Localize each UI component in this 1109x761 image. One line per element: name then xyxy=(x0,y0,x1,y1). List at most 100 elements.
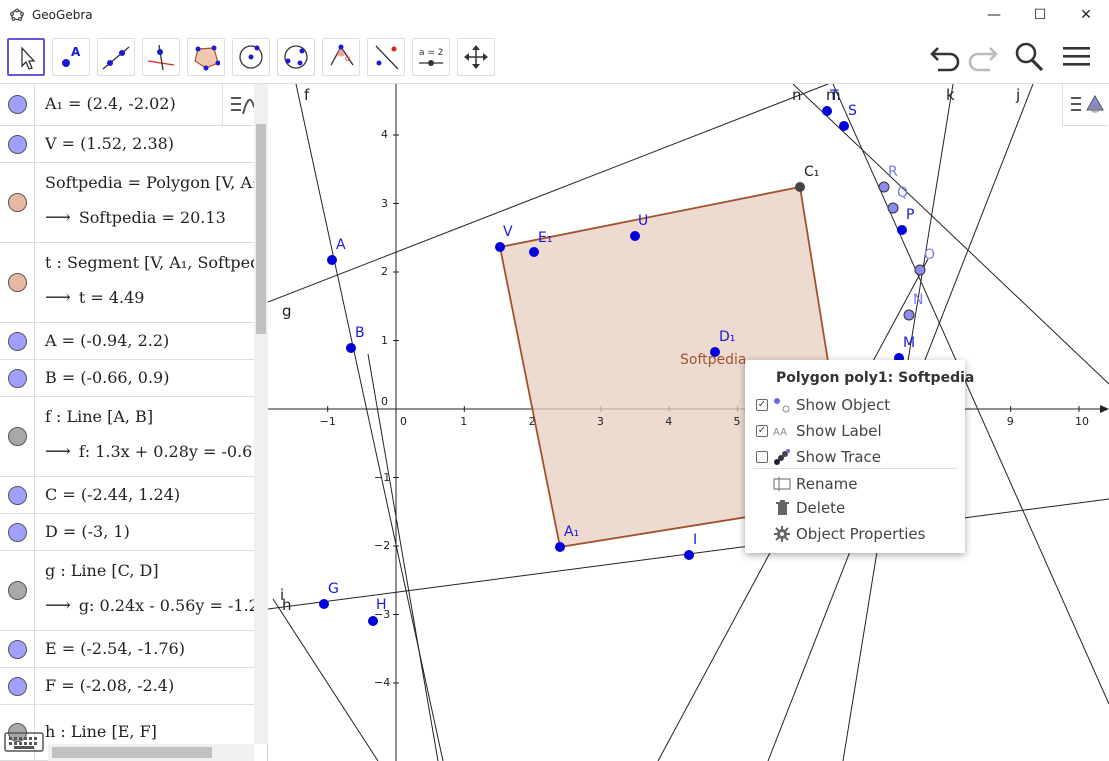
visibility-toggle[interactable] xyxy=(0,163,35,242)
delete-item[interactable]: Delete xyxy=(745,495,965,521)
scrollbar-thumb[interactable] xyxy=(256,124,266,334)
minimize-button[interactable]: — xyxy=(971,0,1017,30)
perpendicular-tool-button[interactable] xyxy=(142,38,180,76)
graphics-view[interactable]: V E₁ U C₁ D₁ A₁ A B G H I T S R Q P O N … xyxy=(268,84,1109,761)
algebra-row[interactable]: C = (-2.44, 1.24) xyxy=(0,477,254,514)
visibility-dot-icon[interactable] xyxy=(8,640,27,659)
algebra-definition[interactable]: A = (-0.94, 2.2) xyxy=(45,331,169,350)
show-object-checkbox[interactable]: ✓ xyxy=(756,399,768,411)
visibility-dot-icon[interactable] xyxy=(8,581,27,600)
graphics-canvas[interactable] xyxy=(268,84,1109,761)
graphics-style-toggle-button[interactable] xyxy=(1062,84,1108,126)
algebra-definition[interactable]: f : Line [A, B] xyxy=(45,407,153,426)
visibility-dot-icon[interactable] xyxy=(8,677,27,696)
visibility-dot-icon[interactable] xyxy=(8,523,27,542)
line-h[interactable] xyxy=(272,598,379,761)
circle-center-tool-button[interactable] xyxy=(232,38,270,76)
visibility-toggle[interactable] xyxy=(0,126,35,162)
algebra-row[interactable]: V = (1.52, 2.38) xyxy=(0,126,254,163)
polygon-tool-button[interactable] xyxy=(187,38,225,76)
point-n[interactable] xyxy=(903,309,915,321)
point-p[interactable] xyxy=(897,225,907,235)
algebra-definition[interactable]: A₁ = (2.4, -2.02) xyxy=(45,94,176,113)
algebra-row[interactable]: E = (-2.54, -1.76) xyxy=(0,631,254,668)
point-t[interactable] xyxy=(822,106,832,116)
point-a1[interactable] xyxy=(555,542,565,552)
visibility-toggle[interactable] xyxy=(0,397,35,476)
point-b[interactable] xyxy=(346,343,356,353)
visibility-toggle[interactable] xyxy=(0,514,35,550)
maximize-button[interactable]: ☐ xyxy=(1017,0,1063,30)
point-v[interactable] xyxy=(495,242,505,252)
point-tool-button[interactable]: A xyxy=(52,38,90,76)
point-g[interactable] xyxy=(319,599,329,609)
close-button[interactable]: ✕ xyxy=(1063,0,1109,30)
point-r[interactable] xyxy=(878,181,890,193)
point-q[interactable] xyxy=(887,202,899,214)
slider-tool-button[interactable]: a = 2 xyxy=(412,38,450,76)
search-icon[interactable] xyxy=(1012,40,1046,74)
algebra-definition[interactable]: h : Line [E, F] xyxy=(45,722,157,741)
algebra-row[interactable]: f : Line [A, B] ⟶ f: 1.3x + 0.28y = -0.6 xyxy=(0,397,254,477)
show-trace-checkbox[interactable] xyxy=(756,451,768,463)
point-c1[interactable] xyxy=(795,182,805,192)
algebra-vertical-scrollbar[interactable] xyxy=(254,84,268,744)
move-view-tool-button[interactable] xyxy=(457,38,495,76)
algebra-definition[interactable]: F = (-2.08, -2.4) xyxy=(45,676,174,695)
visibility-dot-icon[interactable] xyxy=(8,486,27,505)
algebra-row[interactable]: D = (-3, 1) xyxy=(0,514,254,551)
algebra-definition[interactable]: t : Segment [V, A₁, Softpedia] xyxy=(45,253,267,272)
show-object-item[interactable]: ✓ Show Object xyxy=(745,392,965,418)
visibility-dot-icon[interactable] xyxy=(8,193,27,212)
algebra-definition[interactable]: V = (1.52, 2.38) xyxy=(45,134,174,153)
reflect-tool-button[interactable] xyxy=(367,38,405,76)
visibility-toggle[interactable] xyxy=(0,631,35,667)
algebra-row[interactable]: t : Segment [V, A₁, Softpedia] ⟶ t = 4.49 xyxy=(0,243,267,323)
algebra-row[interactable]: F = (-2.08, -2.4) xyxy=(0,668,254,705)
visibility-dot-icon[interactable] xyxy=(8,332,27,351)
algebra-row[interactable]: Softpedia = Polygon [V, A₁, 4 ⟶ Softpedia … xyxy=(0,163,267,243)
visibility-toggle[interactable] xyxy=(0,84,35,125)
algebra-row[interactable]: g : Line [C, D] ⟶ g: 0.24x - 0.56y = -1.2 xyxy=(0,551,259,631)
algebra-definition[interactable]: E = (-2.54, -1.76) xyxy=(45,639,185,658)
show-label-checkbox[interactable]: ✓ xyxy=(756,425,768,437)
algebra-row[interactable]: B = (-0.66, 0.9) xyxy=(0,360,254,397)
undo-icon[interactable] xyxy=(928,40,962,74)
circle-points-tool-button[interactable] xyxy=(277,38,315,76)
move-tool-button[interactable] xyxy=(7,38,45,76)
point-i[interactable] xyxy=(684,550,694,560)
visibility-toggle[interactable] xyxy=(0,551,35,630)
point-e1[interactable] xyxy=(529,247,539,257)
algebra-row[interactable]: A₁ = (2.4, -2.02) xyxy=(0,84,254,126)
algebra-definition[interactable]: B = (-0.66, 0.9) xyxy=(45,368,169,387)
point-o[interactable] xyxy=(914,264,926,276)
algebra-row[interactable]: A = (-0.94, 2.2) xyxy=(0,323,254,360)
algebra-horizontal-scrollbar[interactable] xyxy=(48,744,254,761)
show-label-item[interactable]: ✓ AA Show Label xyxy=(745,418,965,444)
algebra-definition[interactable]: g : Line [C, D] xyxy=(45,561,159,580)
visibility-toggle[interactable] xyxy=(0,360,35,396)
visibility-dot-icon[interactable] xyxy=(8,135,27,154)
rename-item[interactable]: Rename xyxy=(745,471,965,497)
point-a[interactable] xyxy=(327,255,337,265)
point-u[interactable] xyxy=(630,231,640,241)
visibility-toggle[interactable] xyxy=(0,668,35,704)
scrollbar-thumb[interactable] xyxy=(52,747,212,758)
visibility-toggle[interactable] xyxy=(0,477,35,513)
redo-icon[interactable] xyxy=(966,40,1000,74)
visibility-dot-icon[interactable] xyxy=(8,95,27,114)
visibility-dot-icon[interactable] xyxy=(8,427,27,446)
algebra-definition[interactable]: C = (-2.44, 1.24) xyxy=(45,485,180,504)
algebra-definition[interactable]: D = (-3, 1) xyxy=(45,522,130,541)
angle-tool-button[interactable]: α xyxy=(322,38,360,76)
object-properties-item[interactable]: Object Properties xyxy=(745,521,965,547)
keyboard-icon[interactable] xyxy=(4,730,44,754)
visibility-toggle[interactable] xyxy=(0,243,35,322)
main-menu-icon[interactable] xyxy=(1060,40,1094,74)
visibility-dot-icon[interactable] xyxy=(8,369,27,388)
show-trace-item[interactable]: Show Trace xyxy=(745,444,965,470)
visibility-toggle[interactable] xyxy=(0,323,35,359)
point-s[interactable] xyxy=(839,121,849,131)
line-tool-button[interactable] xyxy=(97,38,135,76)
algebra-definition[interactable]: Softpedia = Polygon [V, A₁, 4 xyxy=(45,173,267,192)
